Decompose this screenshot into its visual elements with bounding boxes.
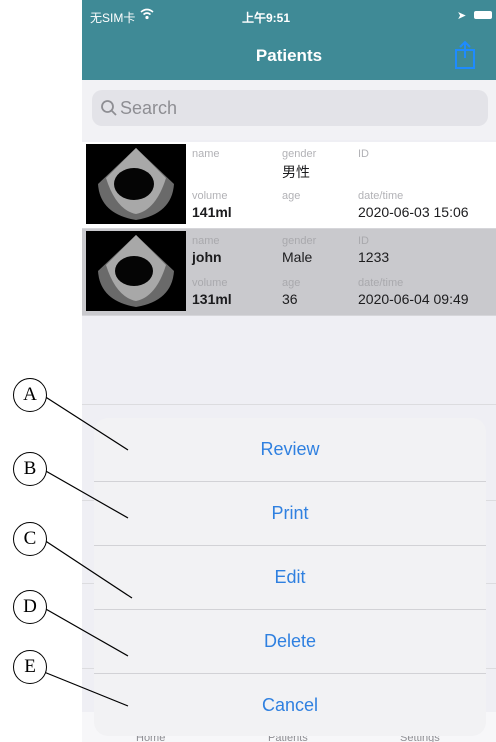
callout-b: B bbox=[13, 452, 47, 486]
callout-c: C bbox=[13, 522, 47, 556]
callout-e: E bbox=[13, 650, 47, 684]
callout-leader-lines bbox=[43, 395, 133, 707]
callout-d: D bbox=[13, 590, 47, 624]
callout-a: A bbox=[13, 378, 47, 412]
